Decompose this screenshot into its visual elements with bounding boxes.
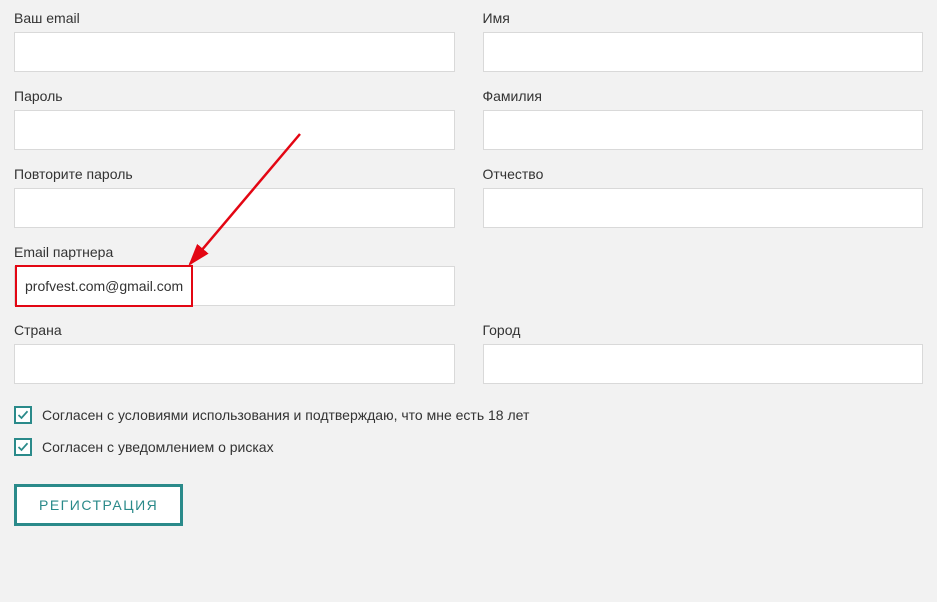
input-patronymic[interactable] [483,188,924,228]
label-country: Страна [14,322,455,338]
checkbox-terms[interactable] [14,406,32,424]
input-city[interactable] [483,344,924,384]
label-partner-email: Email партнера [14,244,455,260]
register-button[interactable]: РЕГИСТРАЦИЯ [17,487,180,523]
registration-form: Ваш email Имя Пароль Фамилия Повторите п… [14,10,923,384]
check-icon [17,409,29,421]
field-patronymic: Отчество [483,166,924,228]
input-password-repeat[interactable] [14,188,455,228]
field-city: Город [483,322,924,384]
field-password-repeat: Повторите пароль [14,166,455,228]
field-country: Страна [14,322,455,384]
checkbox-risks[interactable] [14,438,32,456]
label-password-repeat: Повторите пароль [14,166,455,182]
checkbox-row-risks: Согласен с уведомлением о рисках [14,438,923,456]
check-icon [17,441,29,453]
field-name: Имя [483,10,924,72]
label-name: Имя [483,10,924,26]
submit-button-frame: РЕГИСТРАЦИЯ [14,484,183,526]
label-password: Пароль [14,88,455,104]
input-partner-email[interactable] [14,266,455,306]
field-email: Ваш email [14,10,455,72]
input-password[interactable] [14,110,455,150]
field-surname: Фамилия [483,88,924,150]
agreements-block: Согласен с условиями использования и под… [14,406,923,456]
checkbox-terms-label: Согласен с условиями использования и под… [42,407,529,423]
input-email[interactable] [14,32,455,72]
label-email: Ваш email [14,10,455,26]
label-city: Город [483,322,924,338]
label-surname: Фамилия [483,88,924,104]
field-password: Пароль [14,88,455,150]
checkbox-row-terms: Согласен с условиями использования и под… [14,406,923,424]
input-surname[interactable] [483,110,924,150]
input-country[interactable] [14,344,455,384]
input-name[interactable] [483,32,924,72]
field-partner-email: Email партнера [14,244,455,306]
checkbox-risks-label: Согласен с уведомлением о рисках [42,439,274,455]
label-patronymic: Отчество [483,166,924,182]
